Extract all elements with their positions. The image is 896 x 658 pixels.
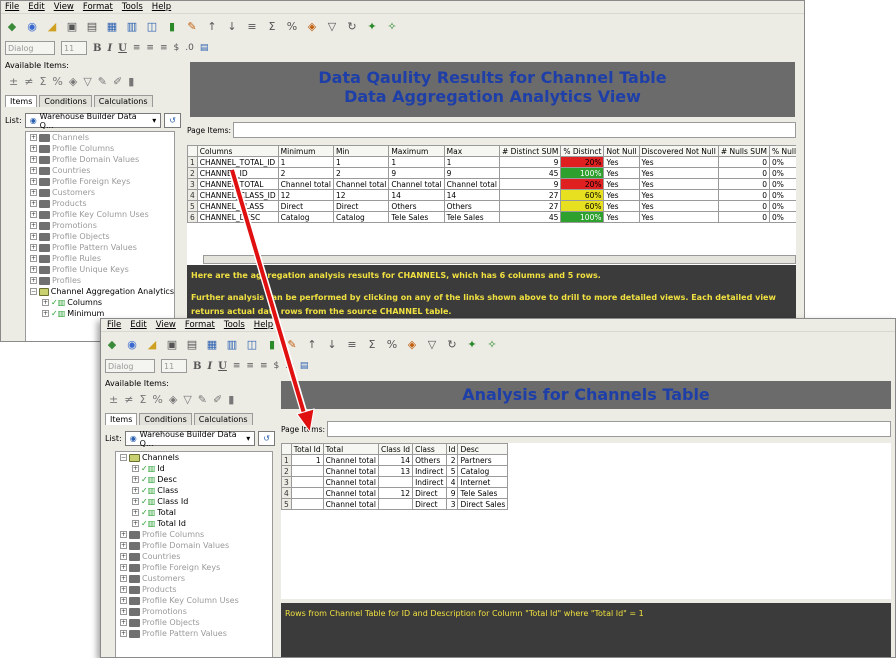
drill-arrow xyxy=(228,169,315,434)
